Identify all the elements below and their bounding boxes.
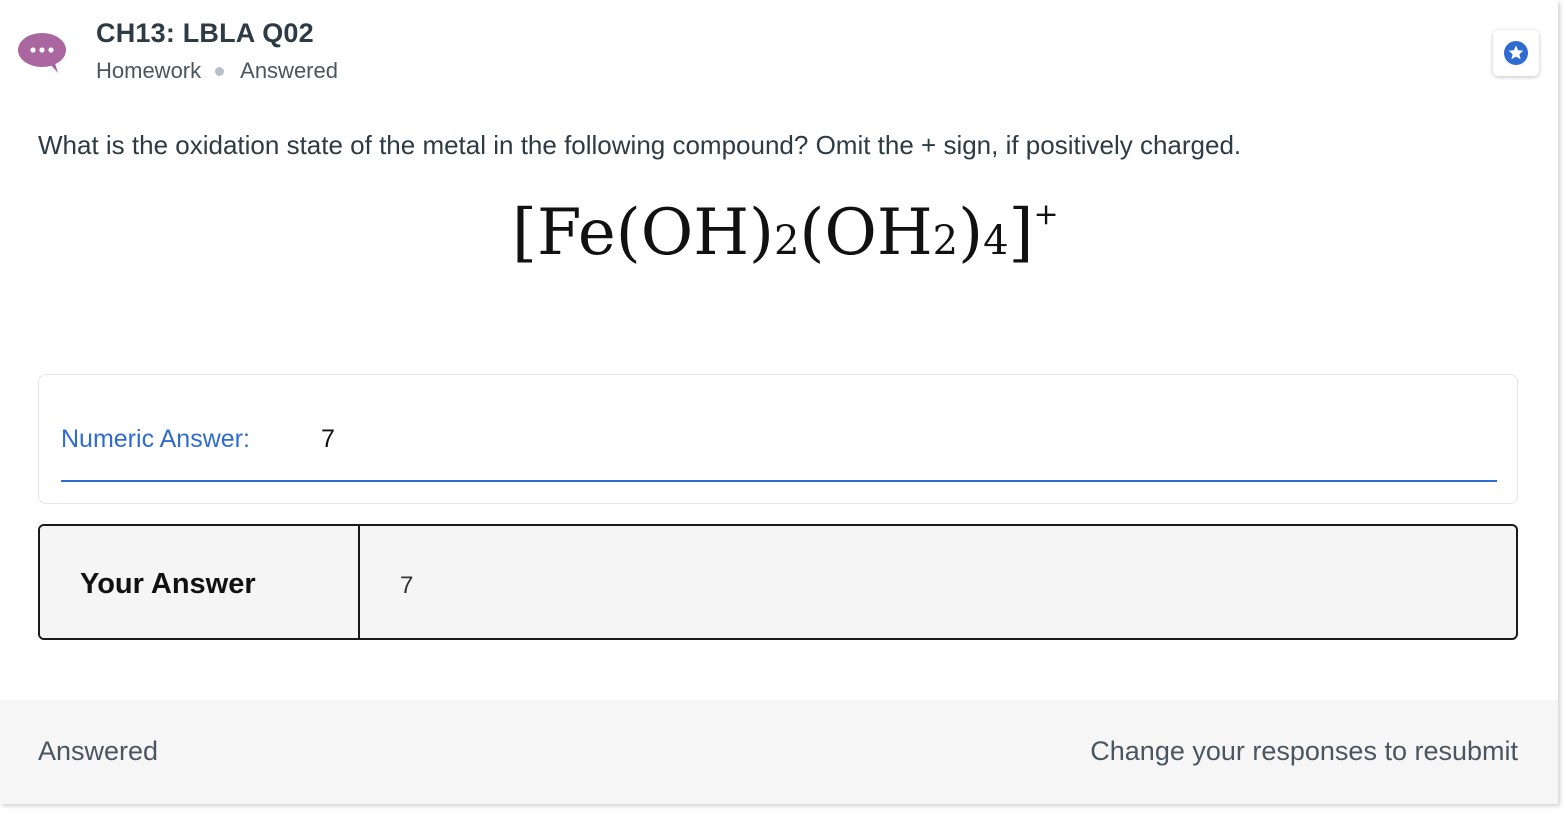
- question-meta: Homework Answered: [96, 58, 338, 84]
- numeric-answer-input[interactable]: 7: [321, 425, 335, 454]
- numeric-answer-panel: Numeric Answer: 7: [38, 374, 1518, 504]
- formula-charge: +: [1033, 197, 1059, 232]
- formula-subscript: 2: [932, 218, 959, 264]
- question-card: CH13: LBLA Q02 Homework Answered What is…: [0, 0, 1558, 804]
- footer-status: Answered: [38, 736, 159, 766]
- star-badge-icon: [1504, 41, 1528, 65]
- formula-subscript: 4: [983, 218, 1009, 264]
- formula-part: ): [958, 196, 984, 270]
- formula-part: [Fe(OH): [512, 196, 774, 270]
- page-title: CH13: LBLA Q02: [96, 18, 314, 48]
- question-text: What is the oxidation state of the metal…: [38, 130, 1242, 160]
- your-answer-label-cell: Your Answer: [40, 526, 360, 638]
- formula-part: ]: [1008, 196, 1034, 270]
- footer-bar: Answered Change your responses to resubm…: [0, 700, 1558, 804]
- separator-dot: [215, 66, 225, 76]
- numeric-answer-label: Numeric Answer:: [61, 425, 250, 453]
- bookmark-button[interactable]: [1493, 30, 1539, 76]
- resubmit-hint: Change your responses to resubmit: [1090, 736, 1518, 766]
- your-answer-value: 7: [400, 572, 414, 599]
- chemical-formula: [Fe(OH)2(OH2)4]+: [512, 197, 1059, 266]
- chat-bubble-icon: [18, 32, 66, 73]
- input-underline: [61, 480, 1497, 482]
- your-answer-table: Your Answer 7: [38, 524, 1518, 640]
- formula-subscript: 2: [773, 218, 800, 264]
- formula-part: (OH: [799, 196, 933, 270]
- category-label: Homework: [96, 58, 202, 83]
- your-answer-label: Your Answer: [80, 568, 256, 600]
- status-label: Answered: [240, 58, 338, 83]
